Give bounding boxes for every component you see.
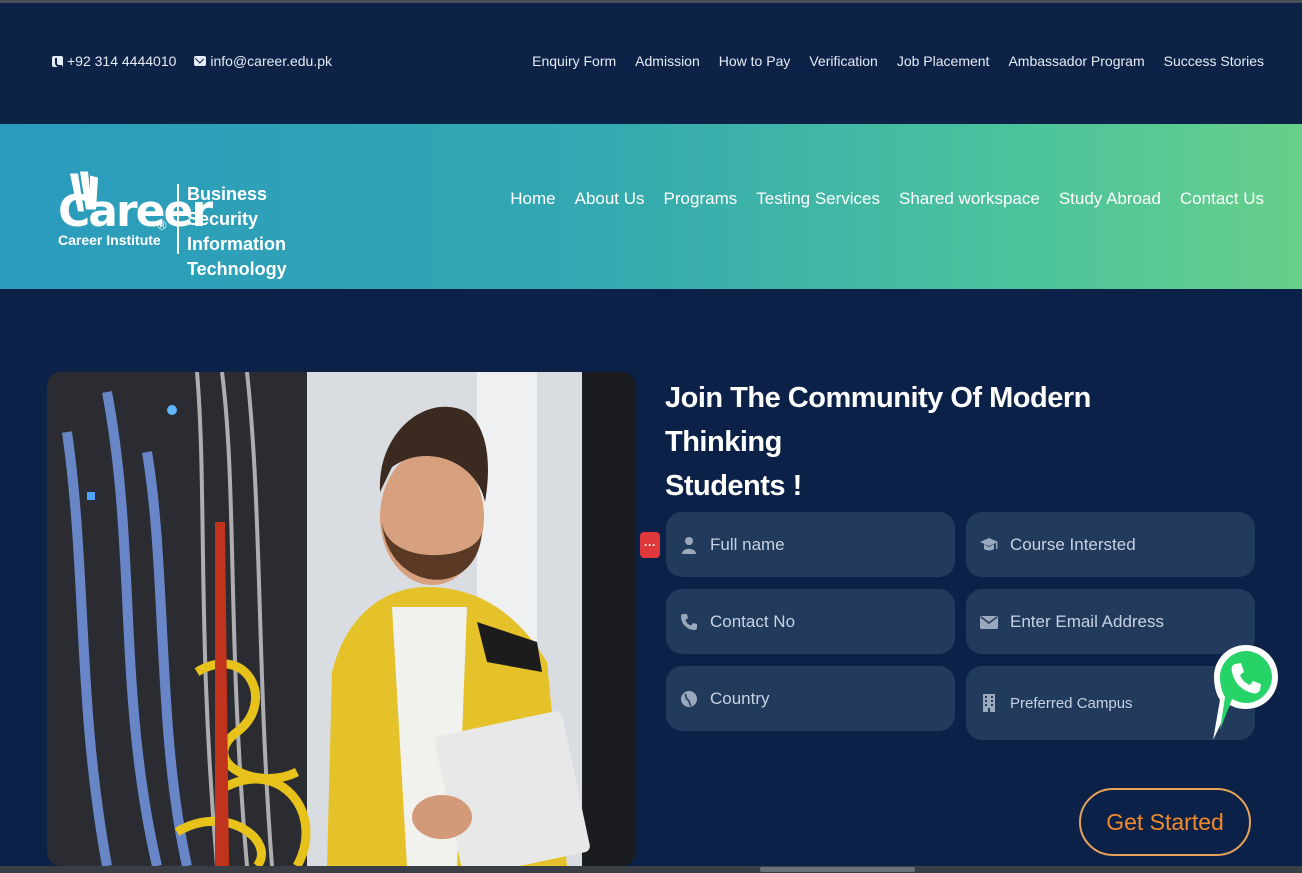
phone-icon bbox=[52, 55, 63, 67]
whatsapp-icon bbox=[1213, 645, 1278, 740]
main-header: ® Career Career Institute Business Secur… bbox=[0, 124, 1302, 289]
course-input[interactable] bbox=[1010, 534, 1230, 555]
top-link-admission[interactable]: Admission bbox=[635, 53, 700, 69]
mail-icon bbox=[194, 56, 207, 66]
envelope-icon bbox=[980, 615, 998, 629]
nav-contact-us[interactable]: Contact Us bbox=[1180, 189, 1264, 209]
top-links: Enquiry Form Admission How to Pay Verifi… bbox=[532, 53, 1264, 69]
telephone-icon bbox=[681, 613, 697, 630]
hero-heading-line2: Students ! bbox=[665, 470, 802, 502]
top-link-success-stories[interactable]: Success Stories bbox=[1164, 53, 1264, 69]
user-icon bbox=[682, 536, 696, 554]
logo-subtitle: Career Institute bbox=[58, 232, 161, 248]
email-contact[interactable]: info@career.edu.pk bbox=[194, 53, 332, 69]
country-field[interactable] bbox=[666, 666, 955, 731]
course-field[interactable] bbox=[966, 512, 1255, 577]
contact-info: +92 314 4444010 info@career.edu.pk bbox=[52, 53, 332, 69]
logo-tag-it: Information Technology bbox=[187, 234, 287, 279]
logo-tag-business: Business bbox=[187, 184, 268, 204]
nav-shared-workspace[interactable]: Shared workspace bbox=[899, 189, 1040, 209]
building-icon bbox=[983, 694, 995, 712]
logo-tagline: Business Security Information Technology bbox=[187, 182, 376, 282]
top-bar: +92 314 4444010 info@career.edu.pk Enqui… bbox=[0, 0, 1302, 124]
nav-about-us[interactable]: About Us bbox=[575, 189, 645, 209]
top-link-job-placement[interactable]: Job Placement bbox=[897, 53, 990, 69]
top-link-how-to-pay[interactable]: How to Pay bbox=[719, 53, 791, 69]
horizontal-scrollbar[interactable] bbox=[0, 866, 1302, 873]
phone-number[interactable]: +92 314 4444010 bbox=[67, 53, 176, 69]
logo-tag-security: Security bbox=[187, 209, 259, 229]
top-link-enquiry-form[interactable]: Enquiry Form bbox=[532, 53, 616, 69]
more-dots-icon[interactable]: ··· bbox=[640, 532, 660, 558]
contact-input[interactable] bbox=[710, 611, 930, 632]
country-input[interactable] bbox=[710, 688, 930, 709]
hero-heading: Join The Community Of Modern Thinking St… bbox=[665, 376, 1185, 508]
get-started-button[interactable]: Get Started bbox=[1079, 788, 1251, 856]
career-logo[interactable]: ® Career Career Institute Business Secur… bbox=[56, 144, 376, 279]
graduation-cap-icon bbox=[980, 537, 998, 550]
phone-contact[interactable]: +92 314 4444010 bbox=[52, 53, 176, 69]
contact-field[interactable] bbox=[666, 589, 955, 654]
hero-heading-line1: Join The Community Of Modern Thinking bbox=[665, 382, 1091, 458]
full-name-field[interactable] bbox=[666, 512, 955, 577]
whatsapp-button[interactable] bbox=[1211, 642, 1281, 742]
nav-home[interactable]: Home bbox=[510, 189, 555, 209]
campus-input[interactable] bbox=[1010, 694, 1230, 712]
nav-study-abroad[interactable]: Study Abroad bbox=[1059, 189, 1161, 209]
nav-programs[interactable]: Programs bbox=[664, 189, 738, 209]
logo-divider bbox=[177, 184, 179, 254]
top-link-ambassador-program[interactable]: Ambassador Program bbox=[1008, 53, 1144, 69]
full-name-input[interactable] bbox=[710, 534, 930, 555]
globe-icon bbox=[681, 690, 697, 707]
top-link-verification[interactable]: Verification bbox=[809, 53, 877, 69]
main-nav: Home About Us Programs Testing Services … bbox=[510, 189, 1264, 209]
nav-testing-services[interactable]: Testing Services bbox=[756, 189, 880, 209]
scrollbar-thumb[interactable] bbox=[760, 867, 915, 872]
email-address[interactable]: info@career.edu.pk bbox=[210, 53, 332, 69]
email-input[interactable] bbox=[1010, 611, 1230, 632]
hero-image bbox=[47, 372, 636, 866]
